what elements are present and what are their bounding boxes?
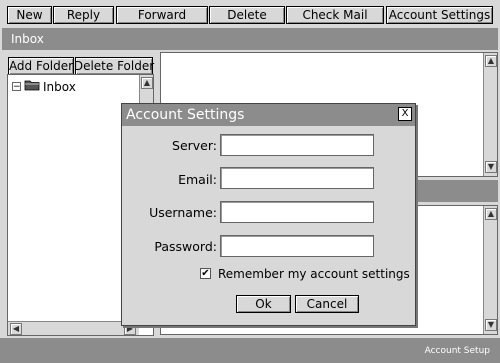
tree-item-inbox[interactable]: − Inbox bbox=[12, 79, 76, 94]
cancel-button[interactable]: Cancel bbox=[295, 295, 359, 313]
preview-scrollbar[interactable]: ▲ ▼ bbox=[483, 206, 497, 334]
username-input[interactable] bbox=[220, 201, 374, 223]
scroll-up-arrow-icon[interactable]: ▲ bbox=[485, 208, 497, 220]
dialog-titlebar[interactable]: Account Settings bbox=[122, 104, 415, 126]
forward-button[interactable]: Forward bbox=[116, 6, 208, 24]
add-folder-button[interactable]: Add Folder bbox=[8, 57, 74, 75]
email-label: Email: bbox=[178, 172, 217, 187]
username-label: Username: bbox=[149, 205, 217, 220]
scroll-down-arrow-icon[interactable]: ▼ bbox=[485, 319, 497, 331]
server-label: Server: bbox=[172, 138, 217, 153]
ok-button[interactable]: Ok bbox=[236, 295, 291, 313]
email-input[interactable] bbox=[220, 167, 374, 189]
account-settings-dialog: Account Settings X Server: Email: Userna… bbox=[121, 103, 416, 326]
folder-tree-hscrollbar[interactable]: ◀ ▶ bbox=[8, 321, 139, 335]
remember-label: Remember my account settings bbox=[218, 267, 410, 281]
status-text: Account Setup bbox=[424, 345, 490, 356]
new-button[interactable]: New bbox=[7, 6, 52, 24]
scroll-up-arrow-icon[interactable]: ▲ bbox=[485, 55, 497, 67]
remember-checkbox[interactable]: ✔ bbox=[200, 268, 211, 279]
section-header: Inbox bbox=[2, 28, 498, 50]
folder-icon bbox=[24, 79, 40, 94]
message-list-scrollbar[interactable]: ▲ ▼ bbox=[483, 53, 497, 176]
account-settings-button[interactable]: Account Settings bbox=[386, 6, 493, 24]
server-input[interactable] bbox=[220, 134, 374, 156]
reply-button[interactable]: Reply bbox=[53, 6, 114, 24]
password-label: Password: bbox=[154, 239, 217, 254]
tree-item-label: Inbox bbox=[43, 79, 76, 94]
delete-button[interactable]: Delete bbox=[209, 6, 285, 24]
scroll-down-arrow-icon[interactable]: ▼ bbox=[485, 161, 497, 173]
dialog-title: Account Settings bbox=[126, 107, 245, 123]
close-icon[interactable]: X bbox=[398, 107, 412, 121]
toolbar: New Reply Forward Delete Check Mail Acco… bbox=[0, 0, 500, 28]
scroll-up-arrow-icon[interactable]: ▲ bbox=[141, 77, 153, 89]
check-mail-button[interactable]: Check Mail bbox=[286, 6, 384, 24]
scroll-left-arrow-icon[interactable]: ◀ bbox=[10, 323, 22, 335]
section-title: Inbox bbox=[11, 32, 44, 46]
password-input[interactable] bbox=[220, 235, 374, 257]
tree-expander-icon[interactable]: − bbox=[12, 82, 21, 92]
delete-folder-button[interactable]: Delete Folder bbox=[74, 57, 154, 75]
status-bar: Account Setup bbox=[0, 338, 500, 363]
